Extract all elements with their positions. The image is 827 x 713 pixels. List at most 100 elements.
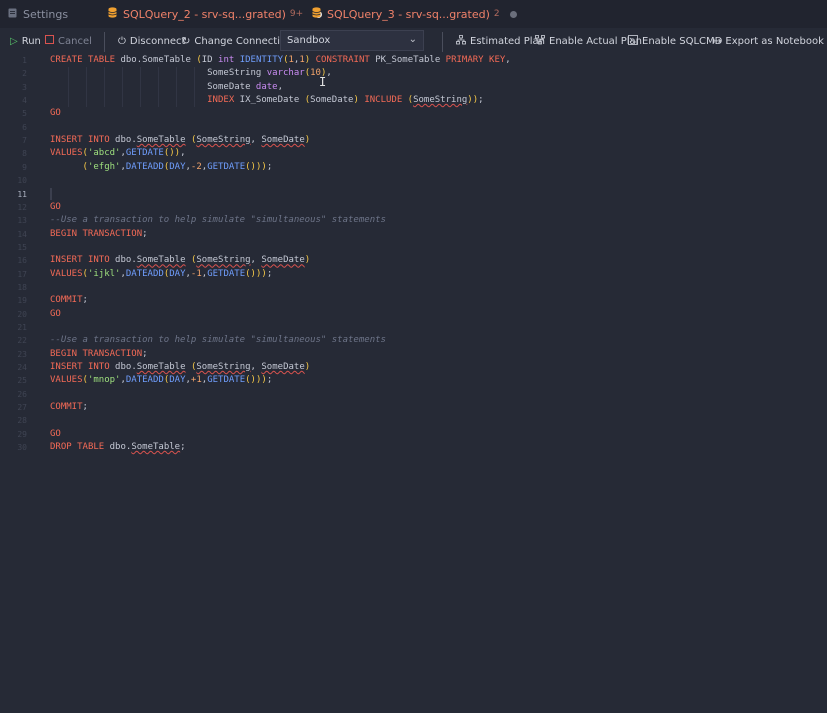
code-line[interactable]: 23 BEGIN TRANSACTION; — [0, 348, 827, 361]
code-line[interactable]: 29 GO — [0, 428, 827, 441]
line-number: 10 — [17, 176, 27, 186]
sqlcmd-icon — [628, 34, 638, 48]
indent-guide — [140, 67, 141, 108]
code-line[interactable]: 12 GO — [0, 201, 827, 214]
line-number: 14 — [17, 229, 27, 239]
text-cursor-icon: I — [319, 75, 327, 89]
line-number: 28 — [17, 416, 27, 426]
export-label: Export as Notebook — [725, 35, 824, 47]
code-text: INSERT INTO dbo.SomeTable (SomeString, S… — [50, 135, 311, 146]
code-line[interactable]: 10 — [0, 174, 827, 187]
tab-sqlquery-3[interactable]: SQLQuery_3 - srv-sq...grated) 2 — [312, 0, 517, 28]
tab-sqlquery-2[interactable]: SQLQuery_2 - srv-sq...grated) 9+ — [108, 0, 323, 28]
code-line[interactable]: 6 — [0, 121, 827, 134]
indent-guide — [158, 67, 159, 108]
run-label: Run — [21, 35, 41, 47]
line-number: 20 — [17, 309, 27, 319]
text-caret — [50, 187, 52, 200]
code-line[interactable]: 9 ('efgh',DATEADD(DAY,-2,GETDATE())); — [0, 161, 827, 174]
line-number: 15 — [17, 242, 27, 252]
code-line[interactable]: 21 — [0, 321, 827, 334]
stop-icon — [45, 35, 54, 47]
code-text: COMMIT; — [50, 295, 88, 306]
unsaved-dot-icon[interactable] — [509, 10, 517, 18]
tab-settings[interactable]: Settings — [8, 0, 68, 28]
line-number: 19 — [17, 296, 27, 306]
line-number: 8 — [22, 149, 27, 159]
code-line[interactable]: 25 VALUES('mnop',DATEADD(DAY,+1,GETDATE()… — [0, 374, 827, 387]
code-text: DROP TABLE dbo.SomeTable; — [50, 442, 186, 453]
disconnect-button[interactable]: ⏻ Disconnect — [118, 28, 185, 54]
code-text: CREATE TABLE dbo.SomeTable (ID int IDENT… — [50, 55, 511, 65]
code-line[interactable]: 14 BEGIN TRANSACTION; — [0, 228, 827, 241]
code-line[interactable]: 5 GO — [0, 107, 827, 120]
code-text: SomeString varchar(10), — [207, 68, 332, 79]
code-line[interactable]: 16 INSERT INTO dbo.SomeTable (SomeString,… — [0, 254, 827, 267]
code-line[interactable]: 18 — [0, 281, 827, 294]
toolbar-separator — [442, 32, 443, 52]
code-line[interactable]: 19 COMMIT; — [0, 294, 827, 307]
code-line[interactable]: 8 VALUES('abcd',GETDATE()), — [0, 147, 827, 160]
line-number: 2 — [22, 69, 27, 79]
code-line[interactable]: 30 DROP TABLE dbo.SomeTable; — [0, 441, 827, 454]
code-line[interactable]: 17 VALUES('ijkl',DATEADD(DAY,-1,GETDATE()… — [0, 268, 827, 281]
plug-icon: ⏻ — [118, 35, 126, 47]
code-line[interactable]: 13 --Use a transaction to help simulate "… — [0, 214, 827, 227]
code-line[interactable]: 20 GO — [0, 308, 827, 321]
tab-label: Settings — [23, 7, 69, 21]
disconnect-label: Disconnect — [129, 35, 186, 47]
code-line[interactable]: 26 — [0, 388, 827, 401]
code-line[interactable]: 3 SomeDate date, — [0, 81, 827, 94]
change-connection-label: Change Connection — [194, 35, 293, 47]
line-number: 13 — [17, 216, 27, 226]
code-text: VALUES('ijkl',DATEADD(DAY,-1,GETDATE()))… — [50, 268, 273, 279]
line-number: 27 — [17, 403, 27, 413]
line-number: 4 — [22, 96, 27, 106]
play-icon: ▷ — [10, 35, 18, 47]
code-line[interactable]: 7 INSERT INTO dbo.SomeTable (SomeString, … — [0, 134, 827, 147]
line-number: 29 — [17, 429, 27, 439]
code-text: GO — [50, 201, 61, 212]
line-number: 25 — [17, 376, 27, 386]
settings-file-icon — [8, 8, 17, 21]
code-text: COMMIT; — [50, 402, 88, 413]
line-number: 9 — [22, 162, 27, 172]
enable-sqlcmd-button[interactable]: Enable SQLCMD — [628, 28, 722, 54]
code-line[interactable]: 27 COMMIT; — [0, 401, 827, 414]
code-line[interactable]: 15 — [0, 241, 827, 254]
code-text: --Use a transaction to help simulate "si… — [50, 335, 386, 346]
code-line[interactable]: 28 — [0, 414, 827, 427]
line-number: 5 — [22, 109, 27, 119]
code-editor[interactable]: 1 CREATE TABLE dbo.SomeTable (ID int IDEN… — [0, 54, 827, 713]
toolbar-separator — [104, 32, 105, 52]
code-text: GO — [50, 108, 61, 119]
code-line[interactable]: 4 INDEX IX_SomeDate (SomeDate) INCLUDE (… — [0, 94, 827, 107]
code-line[interactable]: 24 INSERT INTO dbo.SomeTable (SomeString,… — [0, 361, 827, 374]
code-line[interactable]: 1 CREATE TABLE dbo.SomeTable (ID int IDEN… — [0, 54, 827, 67]
line-number: 1 — [22, 56, 27, 65]
enable-actual-plan-button[interactable]: Enable Actual Plan — [535, 28, 642, 54]
run-button[interactable]: ▷ Run — [10, 28, 41, 54]
export-arrow-icon: ↦ — [713, 35, 722, 47]
problems-badge: 9+ — [289, 9, 304, 19]
code-line[interactable]: 2 SomeString varchar(10), — [0, 67, 827, 80]
estimated-plan-button[interactable]: Estimated Plan — [456, 28, 545, 54]
database-select-value: Sandbox — [287, 35, 331, 46]
cancel-button[interactable]: Cancel — [45, 28, 92, 54]
code-text: GO — [50, 428, 61, 439]
code-line[interactable]: 22 --Use a transaction to help simulate "… — [0, 334, 827, 347]
database-select[interactable]: Sandbox ⌄ — [280, 30, 424, 51]
line-number: 16 — [17, 256, 27, 266]
code-line[interactable]: 11 — [0, 188, 827, 201]
line-number: 12 — [17, 202, 27, 212]
export-notebook-button[interactable]: ↦ Export as Notebook — [713, 28, 824, 54]
tab-bar: Settings SQLQuery_2 - srv-sq...grated) 9… — [0, 0, 827, 28]
line-number: 22 — [17, 336, 27, 346]
code-text: --Use a transaction to help simulate "si… — [50, 215, 386, 226]
indent-guide — [86, 67, 87, 108]
plan-tree-icon — [456, 34, 466, 48]
database-icon — [108, 7, 117, 21]
line-number: 3 — [22, 82, 27, 92]
line-number: 21 — [17, 323, 27, 332]
change-connection-button[interactable]: ↻ Change Connection — [182, 28, 292, 54]
